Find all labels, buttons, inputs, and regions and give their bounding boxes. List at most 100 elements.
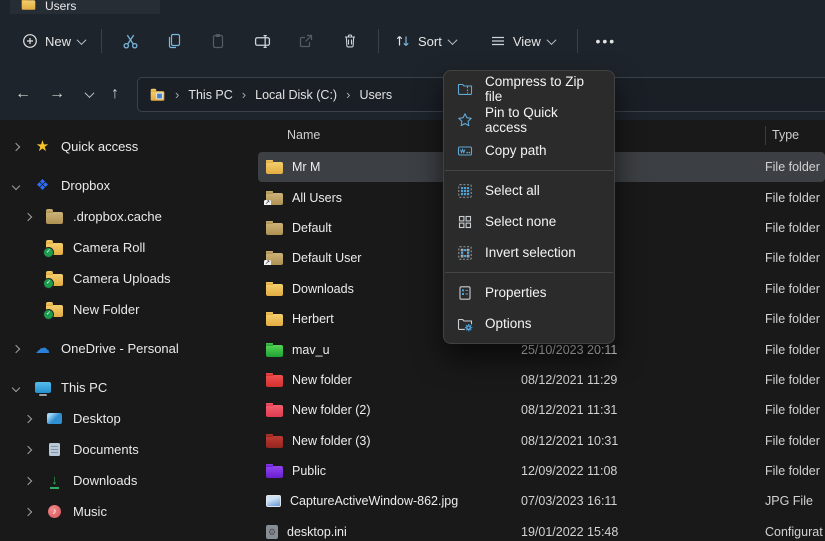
chevron-down-icon — [84, 88, 94, 98]
folder-icon — [266, 345, 283, 357]
folder-icon — [266, 466, 283, 478]
file-row-desktop-ini[interactable]: desktop.ini 19/01/2022 15:48 Configurat — [258, 517, 825, 541]
document-icon — [45, 443, 64, 456]
cut-button[interactable] — [108, 24, 152, 58]
plus-circle-icon — [22, 33, 38, 49]
paste-button[interactable] — [196, 24, 240, 58]
sort-arrows-icon — [395, 33, 411, 49]
file-name: Mr M — [292, 160, 320, 174]
chevron-right-icon — [12, 142, 20, 150]
menu-item-pin-to-quick-access[interactable]: Pin to Quick access — [444, 104, 614, 135]
menu-item-compress-to-zip[interactable]: Compress to Zip file — [444, 73, 614, 104]
sidebar-item-label: New Folder — [73, 302, 139, 317]
file-row-capture-jpg[interactable]: CaptureActiveWindow-862.jpg 07/03/2023 1… — [258, 486, 825, 516]
file-name: Herbert — [292, 312, 334, 326]
sidebar-item-camera-roll[interactable]: Camera Roll — [0, 232, 258, 263]
file-type: File folder — [765, 191, 825, 205]
folder-icon — [266, 436, 283, 448]
file-row-public[interactable]: Public 12/09/2022 11:08 File folder — [258, 456, 825, 486]
menu-item-options[interactable]: Options — [444, 308, 614, 339]
music-icon: ♪ — [45, 505, 64, 518]
sort-button[interactable]: Sort — [385, 24, 466, 58]
users-folder-icon — [151, 91, 165, 101]
up-button[interactable]: ↑ — [100, 78, 130, 110]
menu-item-select-all[interactable]: Select all — [444, 175, 614, 206]
folder-icon — [266, 223, 283, 235]
chevron-right-icon — [24, 445, 32, 453]
menu-item-label: Properties — [485, 285, 547, 300]
breadcrumb-this-pc[interactable]: This PC — [188, 88, 232, 102]
breadcrumb-separator: › — [175, 87, 179, 102]
file-date: 08/12/2021 11:29 — [521, 373, 765, 387]
sidebar-item-onedrive[interactable]: ☁ OneDrive - Personal — [0, 333, 258, 364]
sidebar-item-new-folder[interactable]: New Folder — [0, 294, 258, 325]
new-button-label: New — [45, 34, 71, 49]
file-type: JPG File — [765, 494, 825, 508]
delete-button[interactable] — [328, 24, 372, 58]
sidebar-item-label: Downloads — [73, 473, 137, 488]
config-file-icon — [266, 525, 278, 539]
image-file-icon — [266, 495, 281, 507]
download-icon: ↓ — [45, 473, 64, 489]
properties-icon — [457, 285, 473, 301]
sidebar-item-documents[interactable]: Documents — [0, 434, 258, 465]
file-name: Default — [292, 221, 332, 235]
column-header-type[interactable]: Type — [772, 128, 799, 142]
file-type: File folder — [765, 221, 825, 235]
folder-shortcut-icon — [266, 193, 283, 205]
see-more-button[interactable]: ••• — [584, 24, 628, 58]
sidebar-item-dropbox-cache[interactable]: .dropbox.cache — [0, 201, 258, 232]
menu-item-invert-selection[interactable]: Invert selection — [444, 237, 614, 268]
sidebar-item-quick-access[interactable]: ★ Quick access — [0, 131, 258, 162]
sidebar-item-desktop[interactable]: Desktop — [0, 403, 258, 434]
menu-item-select-none[interactable]: Select none — [444, 206, 614, 237]
menu-item-properties[interactable]: Properties — [444, 277, 614, 308]
file-row-new-folder[interactable]: New folder 08/12/2021 11:29 File folder — [258, 365, 825, 395]
new-button[interactable]: New — [12, 24, 95, 58]
file-name: New folder (3) — [292, 434, 371, 448]
file-name: Public — [292, 464, 326, 478]
menu-separator — [445, 170, 613, 171]
sidebar-item-camera-uploads[interactable]: Camera Uploads — [0, 263, 258, 294]
toolbar-divider — [378, 29, 379, 53]
folder-icon — [45, 210, 64, 224]
menu-item-copy-path[interactable]: Copy path — [444, 135, 614, 166]
file-name: New folder — [292, 373, 352, 387]
breadcrumb-users[interactable]: Users — [359, 88, 392, 102]
toolbar-divider — [577, 29, 578, 53]
share-button[interactable] — [284, 24, 328, 58]
sidebar-item-label: .dropbox.cache — [73, 209, 162, 224]
chevron-right-icon — [24, 507, 32, 515]
share-icon — [298, 33, 314, 49]
search-box[interactable] — [600, 77, 825, 112]
folder-synced-icon — [45, 272, 64, 286]
sort-button-label: Sort — [418, 34, 442, 49]
sidebar-item-this-pc[interactable]: This PC — [0, 372, 258, 403]
chevron-right-icon — [12, 344, 20, 352]
file-row-new-folder-2[interactable]: New folder (2) 08/12/2021 11:31 File fol… — [258, 395, 825, 425]
dropbox-icon: ❖ — [33, 178, 52, 193]
sidebar-item-music[interactable]: ♪ Music — [0, 496, 258, 527]
star-icon: ★ — [33, 139, 52, 154]
breadcrumb-local-disk[interactable]: Local Disk (C:) — [255, 88, 337, 102]
view-button[interactable]: View — [480, 24, 565, 58]
tab-users[interactable]: Users — [10, 0, 160, 14]
back-button[interactable]: ← — [8, 78, 38, 110]
breadcrumb-separator: › — [346, 87, 350, 102]
column-divider[interactable] — [765, 126, 766, 145]
sidebar-item-dropbox[interactable]: ❖ Dropbox — [0, 170, 258, 201]
file-date: 12/09/2022 11:08 — [521, 464, 765, 478]
clipboard-icon — [210, 33, 226, 49]
forward-button[interactable]: → — [42, 78, 72, 110]
view-button-label: View — [513, 34, 541, 49]
sidebar-item-downloads[interactable]: ↓ Downloads — [0, 465, 258, 496]
folder-icon — [266, 284, 283, 296]
column-header-name[interactable]: Name — [287, 128, 320, 142]
folder-icon — [266, 162, 283, 174]
select-none-icon — [457, 214, 473, 230]
options-icon — [457, 316, 473, 332]
copy-button[interactable] — [152, 24, 196, 58]
rename-button[interactable] — [240, 24, 284, 58]
file-row-new-folder-3[interactable]: New folder (3) 08/12/2021 10:31 File fol… — [258, 426, 825, 456]
folder-icon — [266, 375, 283, 387]
